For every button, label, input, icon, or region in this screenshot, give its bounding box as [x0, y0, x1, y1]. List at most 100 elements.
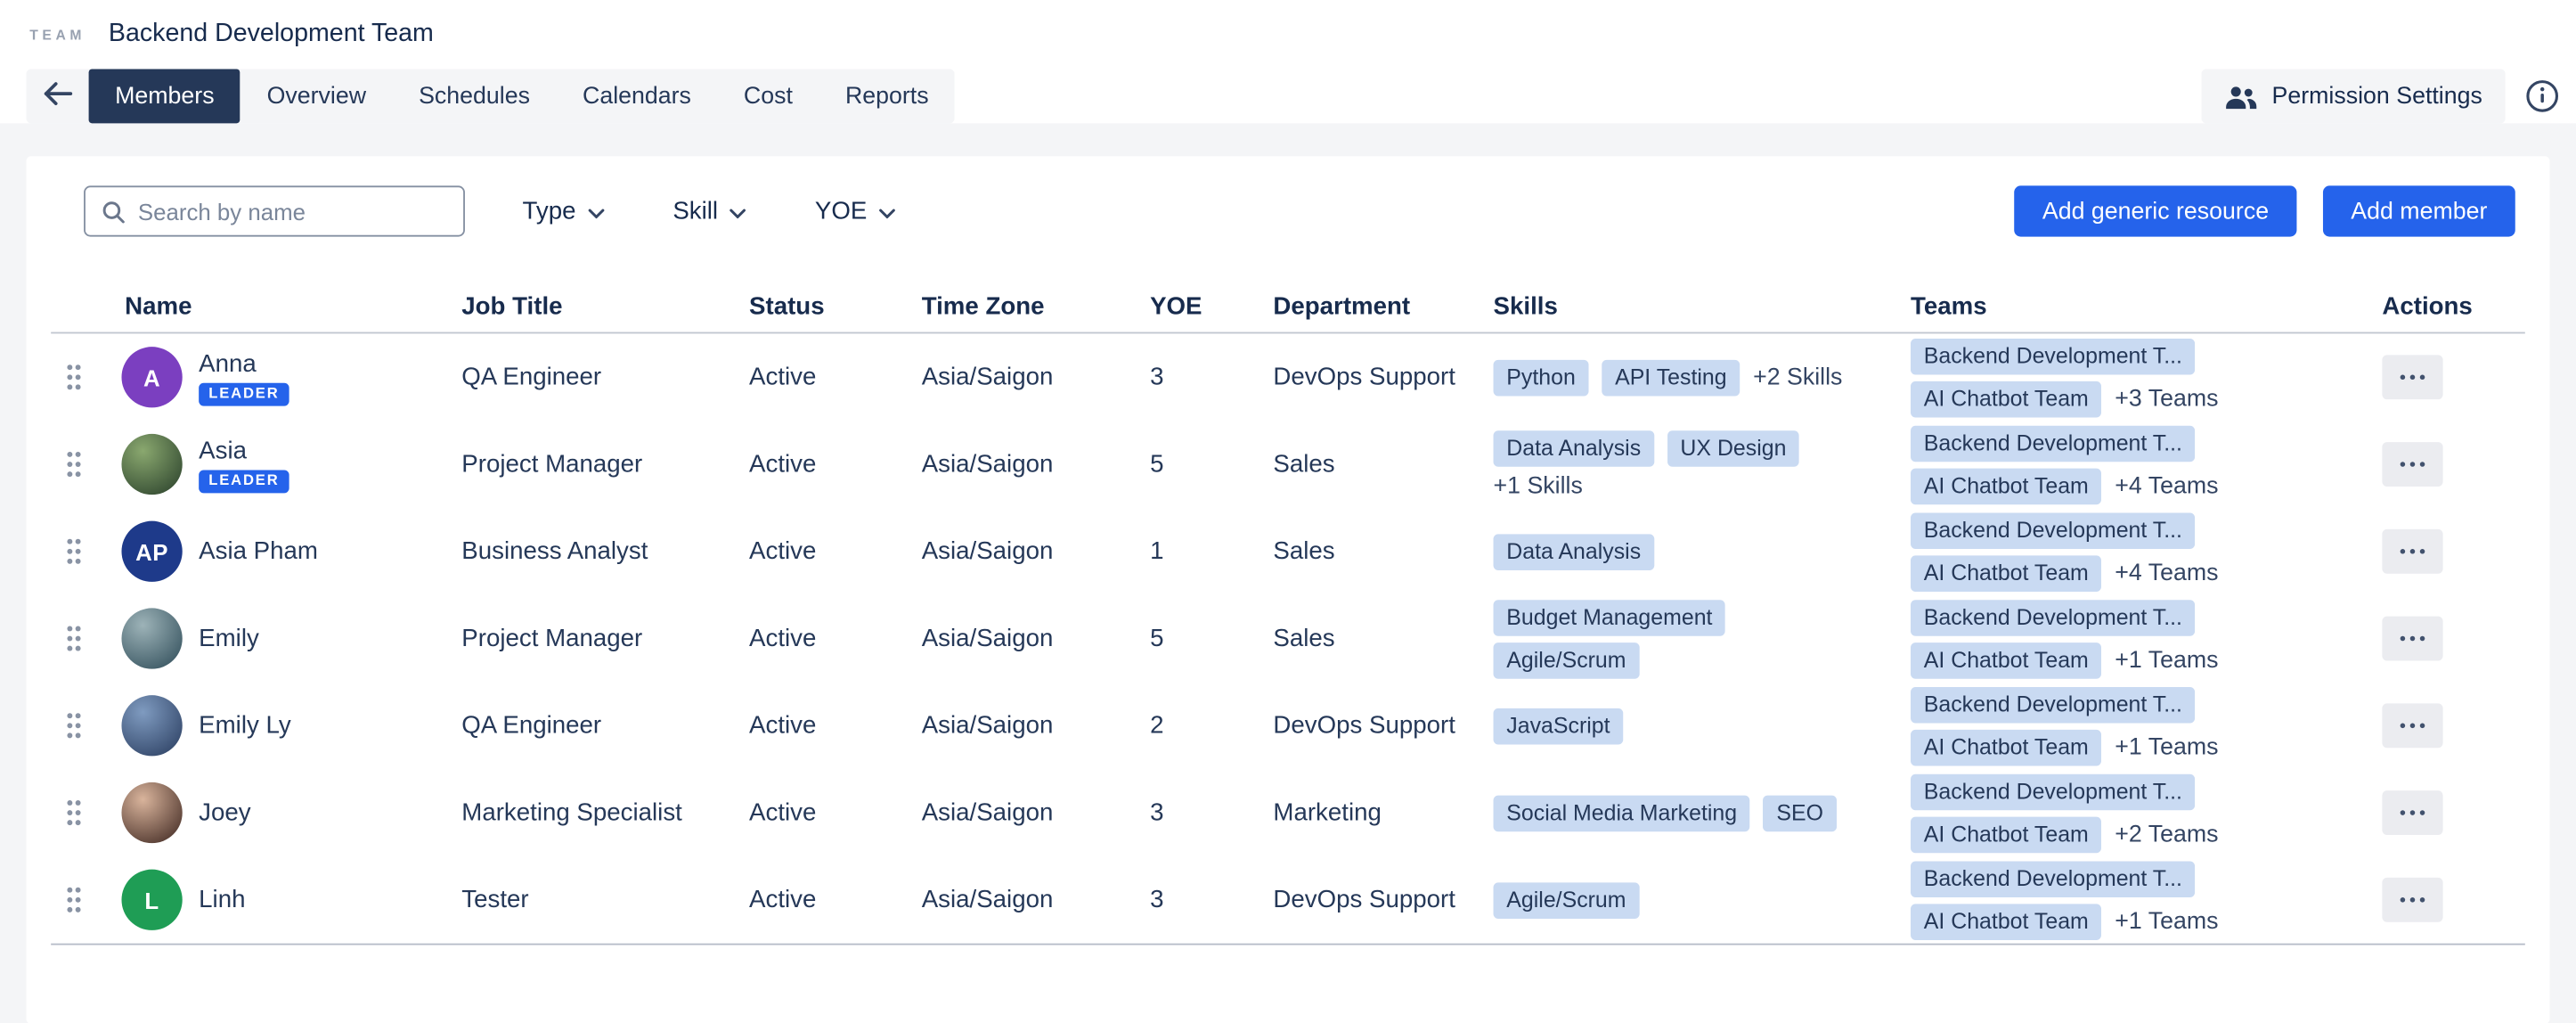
- row-actions-button[interactable]: [2382, 442, 2442, 487]
- row-actions-button[interactable]: [2382, 617, 2442, 661]
- skills-list: Data Analysis: [1494, 534, 1654, 570]
- team-chip[interactable]: Backend Development T...: [1911, 599, 2196, 635]
- tab-overview[interactable]: Overview: [240, 69, 392, 123]
- team-chip[interactable]: AI Chatbot Team: [1911, 903, 2102, 939]
- skills-more[interactable]: +2 Skills: [1753, 364, 1842, 391]
- drag-handle[interactable]: [51, 769, 100, 856]
- info-button[interactable]: [2525, 79, 2560, 114]
- team-chip[interactable]: Backend Development T...: [1911, 773, 2196, 810]
- team-chip[interactable]: AI Chatbot Team: [1911, 642, 2102, 678]
- drag-handle[interactable]: [51, 421, 100, 508]
- tab-schedules[interactable]: Schedules: [393, 69, 557, 123]
- nav-row: MembersOverviewSchedulesCalendarsCostRep…: [0, 69, 2576, 123]
- team-chip[interactable]: Backend Development T...: [1911, 686, 2196, 723]
- add-generic-resource-button[interactable]: Add generic resource: [2015, 185, 2297, 236]
- skill-chip: Agile/Scrum: [1494, 882, 1640, 919]
- skills-more[interactable]: +1 Skills: [1494, 472, 1583, 499]
- filter-label: YOE: [815, 197, 867, 225]
- teams-list: Backend Development T... AI Chatbot Team +…: [1911, 512, 2219, 592]
- member-name-cell: LLinh: [101, 856, 437, 944]
- drag-handle[interactable]: [51, 856, 100, 944]
- teams-more[interactable]: +1 Teams: [2115, 908, 2218, 935]
- teams-more[interactable]: +1 Teams: [2115, 647, 2218, 674]
- member-name: Asia Pham: [199, 537, 318, 565]
- member-name-cell: Emily Ly: [101, 682, 437, 769]
- name-stack: Joey: [199, 798, 250, 826]
- teams-line-2: AI Chatbot Team +1 Teams: [1911, 729, 2219, 765]
- skill-chip: SEO: [1764, 795, 1837, 831]
- tab-cost[interactable]: Cost: [717, 69, 819, 123]
- tab-reports[interactable]: Reports: [819, 69, 955, 123]
- tab-calendars[interactable]: Calendars: [556, 69, 717, 123]
- teams-cell: Backend Development T... AI Chatbot Team +…: [1886, 421, 2343, 508]
- back-button[interactable]: [27, 69, 89, 123]
- drag-handle[interactable]: [51, 508, 100, 595]
- filter-bar: Type Skill YOE: [523, 197, 895, 225]
- cell-time-zone: Asia/Saigon: [897, 682, 1125, 769]
- teams-more[interactable]: +1 Teams: [2115, 734, 2218, 761]
- filter-skill[interactable]: Skill: [673, 197, 746, 225]
- actions-cell: [2343, 508, 2525, 595]
- row-actions-button[interactable]: [2382, 703, 2442, 748]
- team-label: TEAM: [29, 27, 86, 43]
- team-chip[interactable]: Backend Development T...: [1911, 338, 2196, 374]
- filter-yoe[interactable]: YOE: [815, 197, 895, 225]
- member-name-cell: AAnnaLEADER: [101, 333, 437, 421]
- column-header-teams: Teams: [1886, 291, 2343, 319]
- name-stack: Linh: [199, 886, 245, 913]
- teams-more[interactable]: +3 Teams: [2115, 386, 2218, 413]
- add-member-button[interactable]: Add member: [2323, 185, 2515, 236]
- cell-yoe: 3: [1125, 769, 1248, 856]
- column-header-actions: Actions: [2343, 291, 2525, 319]
- actions-cell: [2343, 421, 2525, 508]
- teams-line-2: AI Chatbot Team +3 Teams: [1911, 381, 2219, 417]
- toolbar-buttons: Add generic resource Add member: [2015, 185, 2515, 236]
- teams-line-1: Backend Development T...: [1911, 773, 2219, 810]
- team-chip[interactable]: Backend Development T...: [1911, 425, 2196, 462]
- members-table: NameJob TitleStatusTime ZoneYOEDepartmen…: [51, 280, 2525, 945]
- teams-line-1: Backend Development T...: [1911, 861, 2219, 897]
- teams-more[interactable]: +4 Teams: [2115, 560, 2218, 586]
- skills-list: Agile/Scrum: [1494, 882, 1640, 919]
- column-header-yoe: YOE: [1125, 291, 1248, 319]
- row-actions-button[interactable]: [2382, 878, 2442, 922]
- actions-cell: [2343, 595, 2525, 683]
- table-row: APAsia PhamBusiness AnalystActiveAsia/Sa…: [51, 508, 2525, 595]
- search-icon: [101, 199, 127, 233]
- team-chip[interactable]: Backend Development T...: [1911, 512, 2196, 549]
- team-chip[interactable]: Backend Development T...: [1911, 861, 2196, 897]
- team-chip[interactable]: AI Chatbot Team: [1911, 816, 2102, 853]
- row-actions-button[interactable]: [2382, 790, 2442, 835]
- skills-list: JavaScript: [1494, 708, 1624, 744]
- filter-type[interactable]: Type: [523, 197, 604, 225]
- avatar: A: [121, 347, 182, 407]
- team-chip[interactable]: AI Chatbot Team: [1911, 554, 2102, 591]
- avatar: AP: [121, 521, 182, 582]
- teams-more[interactable]: +4 Teams: [2115, 472, 2218, 499]
- table-row: JoeyMarketing SpecialistActiveAsia/Saigo…: [51, 769, 2525, 856]
- cell-time-zone: Asia/Saigon: [897, 769, 1125, 856]
- tab-members[interactable]: Members: [89, 69, 240, 123]
- skills-list: Social Media Marketing SEO: [1494, 795, 1837, 831]
- row-actions-button[interactable]: [2382, 355, 2442, 399]
- cell-status: Active: [724, 421, 897, 508]
- teams-line-2: AI Chatbot Team +4 Teams: [1911, 468, 2219, 504]
- team-chip[interactable]: AI Chatbot Team: [1911, 729, 2102, 765]
- drag-handle[interactable]: [51, 333, 100, 421]
- skill-chip: Social Media Marketing: [1494, 795, 1750, 831]
- teams-more[interactable]: +2 Teams: [2115, 821, 2218, 847]
- skills-cell: JavaScript: [1469, 682, 1886, 769]
- teams-line-1: Backend Development T...: [1911, 425, 2219, 462]
- teams-list: Backend Development T... AI Chatbot Team +…: [1911, 338, 2219, 417]
- drag-handle[interactable]: [51, 595, 100, 683]
- search-input[interactable]: [84, 185, 465, 236]
- drag-handle[interactable]: [51, 682, 100, 769]
- permission-settings-button[interactable]: Permission Settings: [2201, 69, 2505, 123]
- cell-status: Active: [724, 333, 897, 421]
- toolbar: Type Skill YOE Add generic resource Add me…: [27, 156, 2550, 236]
- team-chip[interactable]: AI Chatbot Team: [1911, 381, 2102, 417]
- team-chip[interactable]: AI Chatbot Team: [1911, 468, 2102, 504]
- teams-list: Backend Development T... AI Chatbot Team +…: [1911, 425, 2219, 504]
- row-actions-button[interactable]: [2382, 529, 2442, 574]
- cell-status: Active: [724, 856, 897, 944]
